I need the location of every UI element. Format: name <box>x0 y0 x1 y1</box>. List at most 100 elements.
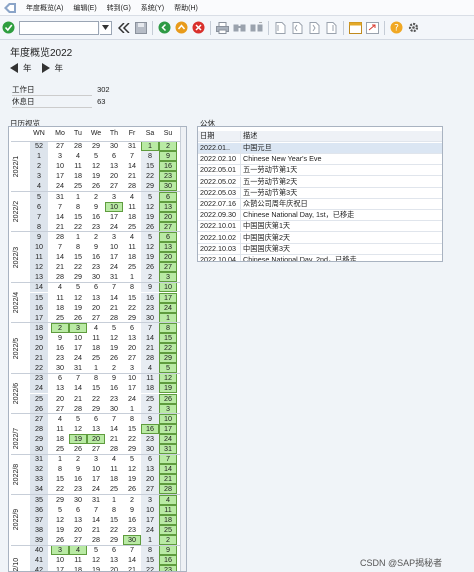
calendar-day[interactable]: 14 <box>87 515 105 525</box>
calendar-day[interactable]: 22 <box>51 484 69 494</box>
calendar-day-holiday[interactable]: 3 <box>159 272 177 283</box>
help-icon[interactable]: ? <box>390 21 403 34</box>
calendar-day[interactable]: 28 <box>105 444 123 454</box>
calendar-day[interactable]: 9 <box>87 202 105 212</box>
calendar-day-holiday[interactable]: 4 <box>159 494 177 505</box>
calendar-day[interactable]: 28 <box>51 272 69 282</box>
calendar-day-holiday[interactable]: 27 <box>159 262 177 273</box>
last-page-icon[interactable] <box>325 21 338 34</box>
enter-icon[interactable] <box>2 21 15 34</box>
holiday-row[interactable]: 2022.10.03 中国国庆第3天 <box>198 243 442 255</box>
cancel-icon[interactable] <box>192 21 205 34</box>
calendar-day[interactable]: 26 <box>51 535 69 545</box>
calendar-day[interactable]: 26 <box>141 262 159 273</box>
calendar-day[interactable]: 19 <box>141 252 159 263</box>
holiday-row[interactable]: 2022.02.10 Chinese New Year's Eve <box>198 154 442 166</box>
calendar-day[interactable]: 23 <box>123 525 141 535</box>
calendar-day[interactable]: 4 <box>141 363 159 374</box>
calendar-day[interactable]: 1 <box>51 454 69 464</box>
calendar-day[interactable]: 3 <box>141 494 159 505</box>
calendar-day[interactable]: 21 <box>69 394 87 404</box>
calendar-day[interactable]: 16 <box>141 292 159 303</box>
calendar-day[interactable]: 12 <box>69 293 87 303</box>
calendar-day-holiday[interactable]: 30 <box>123 534 141 545</box>
calendar-day-holiday[interactable]: 18 <box>159 514 177 525</box>
calendar-day[interactable]: 14 <box>141 332 159 343</box>
calendar-day[interactable]: 11 <box>123 202 141 212</box>
calendar-day[interactable]: 16 <box>123 515 141 525</box>
calendar-day-holiday[interactable]: 23 <box>159 565 177 571</box>
next-page-icon[interactable] <box>308 21 321 34</box>
calendar-day-holiday[interactable]: 13 <box>159 201 177 212</box>
calendar-day[interactable]: 25 <box>51 313 69 323</box>
calendar-day[interactable]: 20 <box>51 394 69 404</box>
calendar-day[interactable]: 22 <box>69 262 87 272</box>
calendar-day[interactable]: 23 <box>141 433 159 444</box>
calendar-day[interactable]: 1 <box>123 272 141 282</box>
calendar-day[interactable]: 21 <box>123 565 141 571</box>
calendar-day[interactable]: 17 <box>69 343 87 353</box>
calendar-day[interactable]: 28 <box>87 535 105 545</box>
calendar-day[interactable]: 20 <box>87 303 105 313</box>
calendar-day[interactable]: 9 <box>141 282 159 293</box>
calendar-day[interactable]: 12 <box>87 161 105 171</box>
calendar-day[interactable]: 3 <box>123 363 141 373</box>
calendar-day[interactable]: 16 <box>87 212 105 222</box>
calendar-day[interactable]: 27 <box>141 484 159 495</box>
calendar-day[interactable]: 13 <box>105 555 123 565</box>
calendar-day[interactable]: 11 <box>105 464 123 474</box>
calendar-day[interactable]: 14 <box>105 424 123 434</box>
calendar-day[interactable]: 25 <box>141 393 159 404</box>
calendar-day[interactable]: 21 <box>105 303 123 313</box>
calendar-day[interactable]: 30 <box>69 495 87 505</box>
calendar-day[interactable]: 20 <box>69 525 87 535</box>
calendar-day[interactable]: 29 <box>105 535 123 545</box>
calendar-day[interactable]: 23 <box>141 302 159 313</box>
calendar-day[interactable]: 27 <box>87 444 105 454</box>
calendar-day[interactable]: 13 <box>105 161 123 171</box>
calendar-day[interactable]: 17 <box>141 514 159 525</box>
calendar-day[interactable]: 21 <box>51 262 69 272</box>
calendar-day[interactable]: 24 <box>105 262 123 272</box>
calendar-day[interactable]: 7 <box>87 505 105 515</box>
print-icon[interactable] <box>216 21 229 34</box>
menu-year-overview[interactable]: 年度概览(A) <box>21 3 68 13</box>
calendar-day[interactable]: 12 <box>123 464 141 474</box>
calendar-day[interactable]: 7 <box>51 202 69 212</box>
calendar-day[interactable]: 29 <box>123 444 141 454</box>
calendar-day[interactable]: 2 <box>105 363 123 373</box>
calendar-day[interactable]: 27 <box>123 353 141 363</box>
calendar-day[interactable]: 4 <box>51 282 69 292</box>
menu-system[interactable]: 系统(Y) <box>136 3 169 13</box>
calendar-day[interactable]: 28 <box>105 313 123 323</box>
menu-edit[interactable]: 编辑(E) <box>68 3 101 13</box>
calendar-day[interactable]: 4 <box>51 414 69 424</box>
calendar-day[interactable]: 15 <box>123 424 141 434</box>
calendar-day[interactable]: 22 <box>141 171 159 182</box>
calendar-day[interactable]: 8 <box>51 464 69 474</box>
calendar-day[interactable]: 12 <box>69 424 87 434</box>
calendar-day[interactable]: 12 <box>105 333 123 343</box>
calendar-day-holiday[interactable]: 9 <box>159 545 177 555</box>
calendar-day-holiday[interactable]: 22 <box>159 343 177 353</box>
calendar-day[interactable]: 18 <box>123 252 141 262</box>
calendar-day[interactable]: 6 <box>105 151 123 161</box>
calendar-day[interactable]: 9 <box>87 242 105 252</box>
calendar-day[interactable]: 20 <box>105 565 123 571</box>
calendar-day[interactable]: 15 <box>69 252 87 262</box>
calendar-day[interactable]: 29 <box>51 495 69 505</box>
calendar-day-holiday[interactable]: 24 <box>159 302 177 313</box>
calendar-day[interactable]: 14 <box>51 252 69 262</box>
calendar-day-holiday[interactable]: 23 <box>159 171 177 182</box>
calendar-day[interactable]: 18 <box>87 343 105 353</box>
calendar-day[interactable]: 21 <box>123 171 141 181</box>
calendar-day-holiday[interactable]: 20 <box>159 252 177 263</box>
back-icon[interactable] <box>158 21 171 34</box>
calendar-day[interactable]: 5 <box>141 191 159 202</box>
calendar-day[interactable]: 1 <box>141 534 159 545</box>
calendar-day[interactable]: 7 <box>105 282 123 292</box>
calendar-day[interactable]: 19 <box>51 525 69 535</box>
calendar-day[interactable]: 6 <box>141 454 159 465</box>
calendar-day[interactable]: 24 <box>141 524 159 535</box>
calendar-day-holiday[interactable]: 7 <box>159 454 177 465</box>
